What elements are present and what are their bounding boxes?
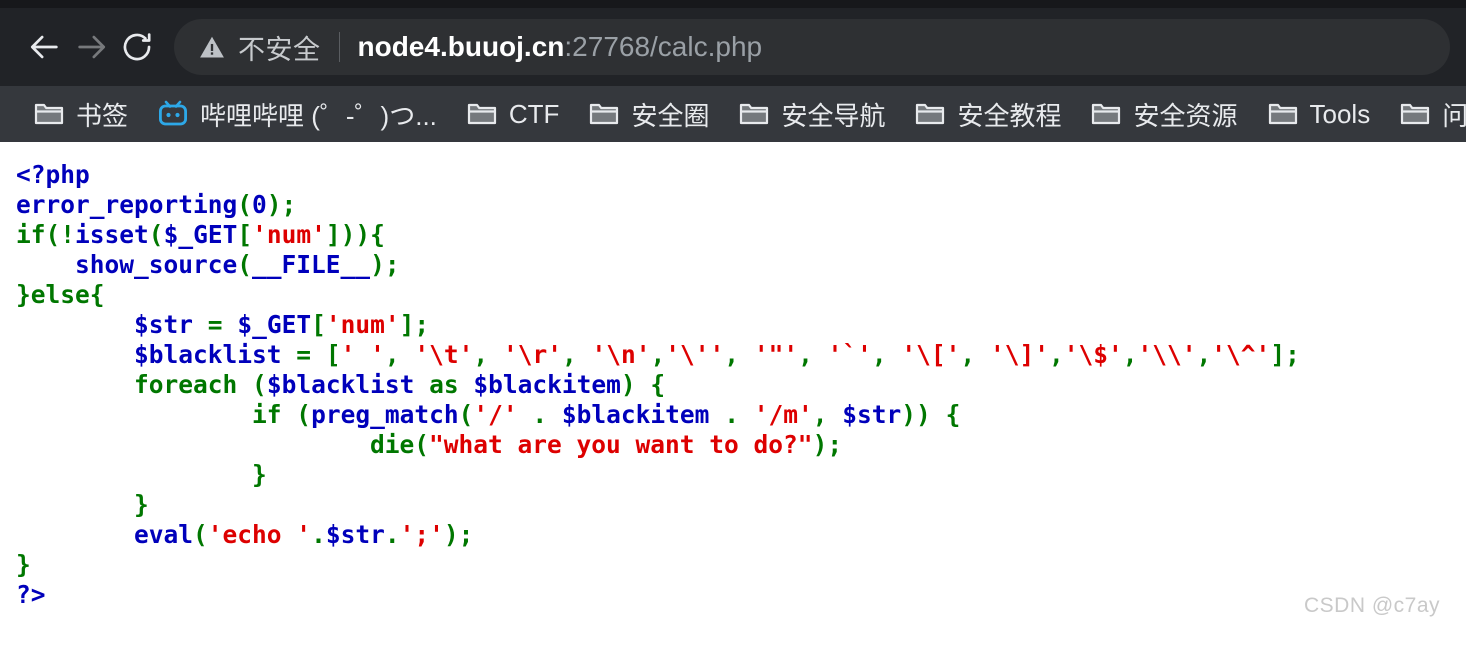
folder-icon [1268,101,1298,127]
folder-icon [1091,101,1121,127]
url-text: node4.buuoj.cn:27768/calc.php [358,31,1427,63]
bilibili-icon [158,100,188,128]
browser-toolbar: 不安全 node4.buuoj.cn:27768/calc.php [0,8,1466,86]
address-bar[interactable]: 不安全 node4.buuoj.cn:27768/calc.php [174,19,1450,75]
bookmark-item-3[interactable]: 安全圈 [589,94,709,134]
folder-icon [739,101,769,127]
tab-strip [0,0,1466,8]
bookmark-item-1[interactable]: 哔哩哔哩 (゜-゜)つ... [158,94,437,134]
arrow-right-icon [74,30,108,64]
bookmark-label: 问 [1442,100,1466,131]
bookmark-label: 哔哩哔哩 (゜-゜)つ... [200,100,437,131]
bookmark-label: 安全教程 [957,100,1062,131]
back-button[interactable] [22,24,68,70]
browser-chrome: 不安全 node4.buuoj.cn:27768/calc.php 书签 哔哩哔… [0,0,1466,142]
url-path: :27768/calc.php [564,31,763,62]
bookmark-item-4[interactable]: 安全导航 [739,94,885,134]
bookmarks-bar: 书签 哔哩哔哩 (゜-゜)つ... CTF 安全圈 安全导航 安全教程 安全资源… [0,86,1466,142]
reload-button[interactable] [114,24,160,70]
warning-triangle-icon[interactable] [198,33,226,61]
bookmark-label: Tools [1309,98,1371,129]
folder-icon [34,101,64,127]
bookmark-label: 安全导航 [781,100,886,131]
bookmark-item-5[interactable]: 安全教程 [915,94,1061,134]
forward-button[interactable] [68,24,114,70]
bookmark-item-8[interactable]: 问 [1400,94,1466,134]
folder-icon [467,101,497,127]
folder-icon [589,101,619,127]
bookmark-label: 安全资源 [1133,100,1238,131]
bookmark-item-7[interactable]: Tools [1268,94,1371,134]
bookmark-item-0[interactable]: 书签 [34,94,128,134]
folder-icon [915,101,945,127]
arrow-left-icon [28,30,62,64]
folder-icon [1400,101,1430,127]
reload-icon [120,30,154,64]
url-host: node4.buuoj.cn [357,31,565,62]
security-status-label: 不安全 [238,34,321,65]
watermark: CSDN @c7ay [1303,594,1440,617]
omnibox-divider [338,32,340,62]
bookmark-item-2[interactable]: CTF [467,94,560,134]
bookmark-label: 安全圈 [631,100,710,131]
bookmark-label: CTF [508,98,560,129]
php-source-page: <?php error_reporting(0); if(!isset($_GE… [0,142,1466,632]
php-source-code: <?php error_reporting(0); if(!isset($_GE… [16,160,1300,609]
bookmark-item-6[interactable]: 安全资源 [1091,94,1238,134]
bookmark-label: 书签 [76,100,129,131]
